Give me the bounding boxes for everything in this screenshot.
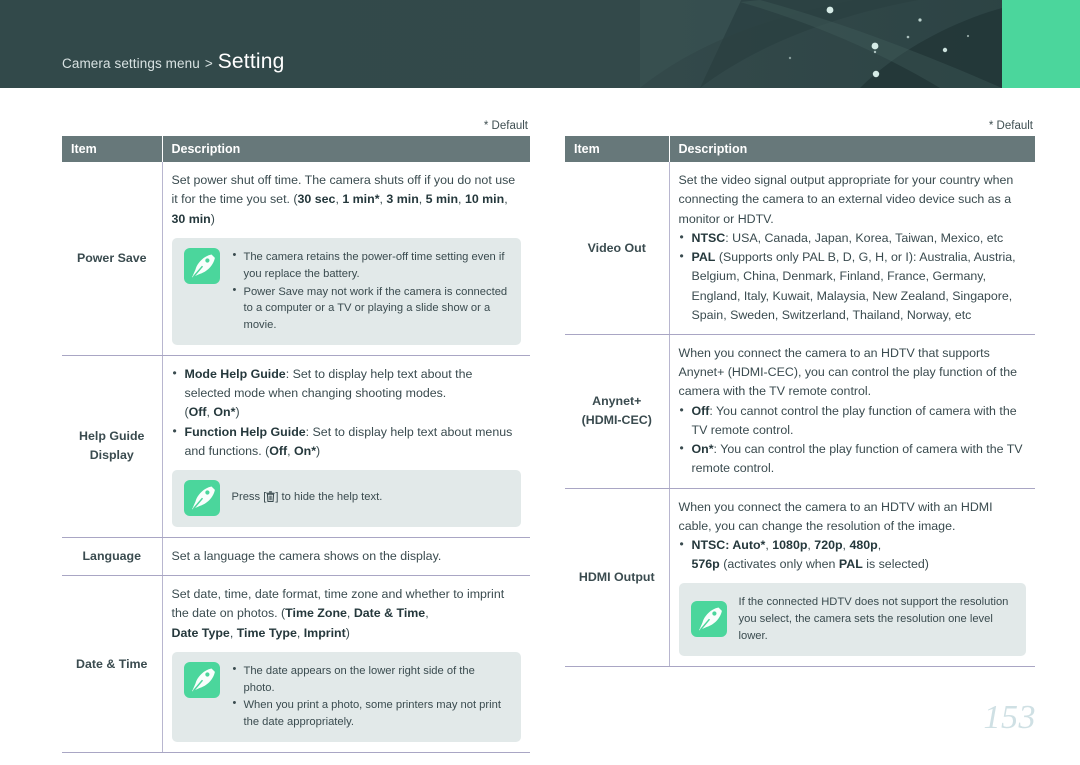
table-row: Power Save Set power shut off time. The … bbox=[62, 162, 530, 356]
description-bullet: NTSC: Auto*, 1080p, 720p, 480p, 576p (ac… bbox=[679, 535, 1027, 574]
left-column: * Default Item Description Power Save Se… bbox=[62, 120, 530, 754]
tip-bullet: When you print a photo, some printers ma… bbox=[232, 695, 510, 731]
column-header-item: Item bbox=[62, 136, 163, 163]
tip-box: Press [] to hide the help text. bbox=[171, 469, 521, 527]
feather-pen-icon bbox=[183, 247, 220, 284]
breadcrumb: Camera settings menu > Setting bbox=[62, 50, 284, 74]
table-row: Date & Time Set date, time, date format,… bbox=[62, 575, 530, 754]
default-legend-right: * Default bbox=[988, 120, 1033, 132]
description-bullet: On*: You can control the play function o… bbox=[679, 439, 1027, 478]
tip-box: If the connected HDTV does not support t… bbox=[678, 583, 1026, 656]
table-row: Video Out Set the video signal output ap… bbox=[565, 162, 1035, 336]
row-item-label: Video Out bbox=[565, 162, 670, 336]
breadcrumb-separator: > bbox=[204, 56, 213, 71]
column-header-description: Description bbox=[162, 136, 530, 163]
description-bullet: Function Help Guide: Set to display help… bbox=[172, 422, 522, 461]
description-paragraph: When you connect the camera to an HDTV t… bbox=[678, 346, 1018, 399]
table-row: Help GuideDisplay Mode Help Guide: Set t… bbox=[62, 355, 530, 538]
description-bullet: Off: You cannot control the play functio… bbox=[679, 401, 1027, 440]
tip-text: The camera retains the power-off time se… bbox=[232, 247, 510, 334]
row-description: Set a language the camera shows on the d… bbox=[162, 537, 530, 577]
row-description: Set power shut off time. The camera shut… bbox=[162, 162, 530, 356]
row-item-label: Date & Time bbox=[62, 575, 163, 754]
trash-can-icon bbox=[266, 491, 275, 508]
page-number: 153 bbox=[983, 699, 1036, 736]
banner-accent-block bbox=[1002, 0, 1080, 88]
tip-box: The date appears on the lower right side… bbox=[171, 651, 521, 743]
feather-pen-icon bbox=[690, 601, 727, 638]
row-item-label: Anynet+ (HDMI-CEC) bbox=[565, 334, 670, 489]
tip-text: Press [] to hide the help text. bbox=[232, 488, 383, 508]
row-item-label: Help Guide Display bbox=[62, 355, 163, 538]
table-header-row: Item Description bbox=[62, 136, 530, 163]
tip-bullet: The camera retains the power-off time se… bbox=[232, 247, 510, 283]
column-header-description: Description bbox=[669, 136, 1035, 163]
breadcrumb-parent: Camera settings menu bbox=[62, 56, 200, 71]
column-header-item: Item bbox=[565, 136, 670, 163]
page-header-banner: Camera settings menu > Setting bbox=[0, 0, 1080, 88]
table-header-row: Item Description bbox=[565, 136, 1035, 163]
row-item-label: HDMI Output bbox=[565, 488, 670, 667]
default-legend-left: * Default bbox=[483, 120, 528, 132]
description-bullet: Mode Help Guide: Set to display help tex… bbox=[172, 364, 522, 423]
table-row: HDMI Output When you connect the camera … bbox=[565, 488, 1035, 667]
row-description: Set the video signal output appropriate … bbox=[669, 162, 1035, 336]
settings-table-right: Item Description Video Out Set the video… bbox=[565, 136, 1035, 667]
tip-bullet: Power Save may not work if the camera is… bbox=[232, 281, 510, 334]
tip-box: The camera retains the power-off time se… bbox=[171, 237, 521, 345]
feather-pen-icon bbox=[183, 661, 220, 698]
row-description: When you connect the camera to an HDTV t… bbox=[669, 334, 1035, 489]
description-paragraph: Set date, time, date format, time zone a… bbox=[171, 587, 505, 640]
description-paragraph: Set power shut off time. The camera shut… bbox=[171, 173, 516, 226]
table-row: Language Set a language the camera shows… bbox=[62, 537, 530, 577]
settings-table-left: Item Description Power Save Set power sh… bbox=[62, 136, 530, 754]
page-title: Setting bbox=[217, 50, 285, 73]
right-column: * Default Item Description Video Out Set… bbox=[565, 120, 1035, 667]
row-item-label: Language bbox=[62, 537, 163, 577]
tip-text: If the connected HDTV does not support t… bbox=[738, 596, 1009, 642]
row-description: Mode Help Guide: Set to display help tex… bbox=[162, 355, 530, 538]
description-paragraph: When you connect the camera to an HDTV w… bbox=[678, 499, 993, 533]
tip-bullet: The date appears on the lower right side… bbox=[232, 661, 510, 697]
feather-pen-icon bbox=[183, 479, 220, 516]
row-item-label: Power Save bbox=[62, 162, 163, 356]
table-row: Anynet+ (HDMI-CEC) When you connect the c… bbox=[565, 334, 1035, 489]
description-bullet: PAL (Supports only PAL B, D, G, H, or I)… bbox=[679, 247, 1027, 325]
description-paragraph: Set a language the camera shows on the d… bbox=[171, 548, 442, 563]
description-bullet: NTSC: USA, Canada, Japan, Korea, Taiwan,… bbox=[679, 228, 1027, 248]
description-paragraph: Set the video signal output appropriate … bbox=[678, 173, 1014, 226]
row-description: Set date, time, date format, time zone a… bbox=[162, 575, 530, 754]
tip-text: The date appears on the lower right side… bbox=[232, 661, 510, 731]
row-description: When you connect the camera to an HDTV w… bbox=[669, 488, 1035, 667]
banner-decoration bbox=[0, 0, 1080, 88]
